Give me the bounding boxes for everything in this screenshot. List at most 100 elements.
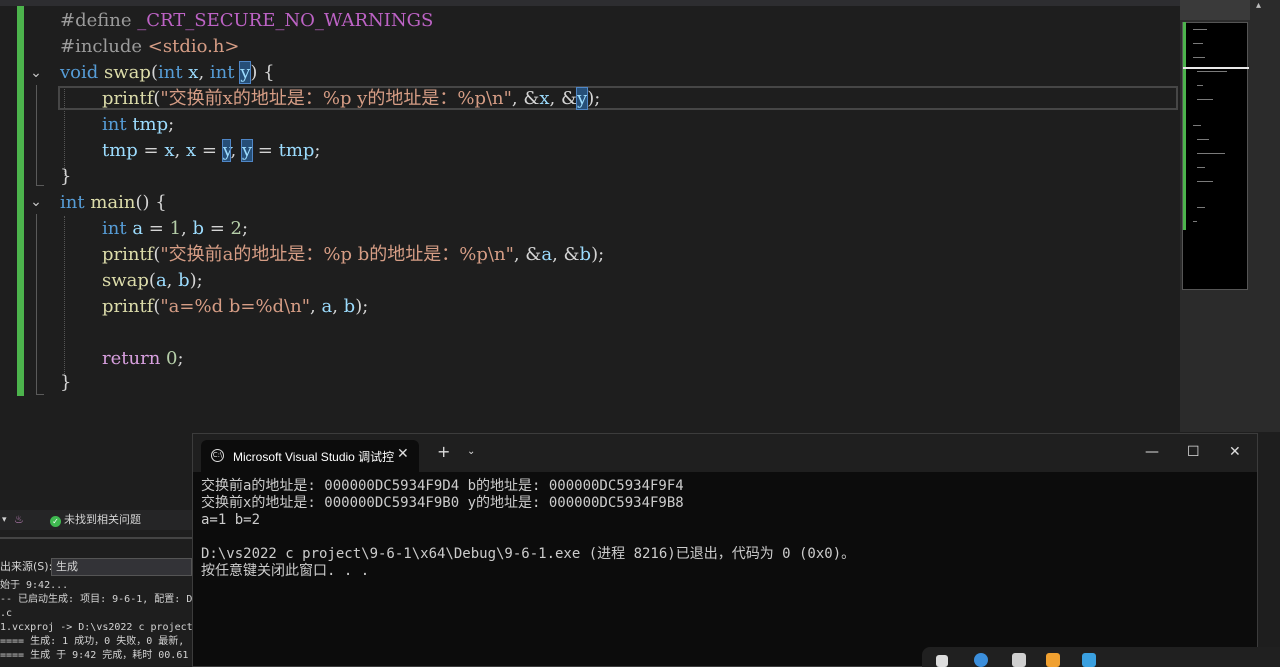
macro-name: _CRT_SECURE_NO_WARNINGS [131, 10, 434, 31]
identifier: a [541, 244, 553, 265]
identifier: a [126, 218, 144, 239]
identifier: b [192, 218, 205, 239]
identifier-highlight: y [239, 61, 252, 84]
minimap-line [1197, 85, 1203, 86]
output-line: 始于 9:42... [0, 580, 69, 591]
fold-chevron-icon[interactable]: ⌄ [28, 65, 44, 81]
code-line-5[interactable]: int tmp; [102, 112, 174, 138]
punct: = [137, 140, 165, 161]
fold-guide-end [36, 394, 44, 395]
copilot-icon[interactable]: ♨ [14, 510, 24, 530]
punct: , [198, 62, 210, 83]
header-name: <stdio.h> [142, 36, 240, 57]
output-line: -- 已启动生成: 项目: 9-6-1, 配置: D [0, 594, 192, 605]
code-line-9[interactable]: int a = 1, b = 2; [102, 216, 248, 242]
maximize-button[interactable]: ☐ [1187, 442, 1200, 462]
fold-chevron-icon[interactable]: ⌄ [28, 194, 44, 210]
close-button[interactable]: ✕ [1229, 442, 1241, 462]
app-icon[interactable] [1046, 653, 1060, 667]
output-panel[interactable]: 出来源(S): 生成 始于 9:42... -- 已启动生成: 项目: 9-6-… [0, 530, 192, 667]
console-line: a=1 b=2 [201, 512, 261, 528]
minimap-line [1197, 153, 1225, 154]
punct: ); [587, 88, 601, 109]
minimize-button[interactable]: — [1145, 442, 1159, 462]
minimap-area[interactable]: ▴ [1180, 0, 1280, 432]
minimap-line [1197, 139, 1209, 140]
start-icon[interactable] [936, 655, 948, 667]
punct: ); [591, 244, 605, 265]
keyword: int [60, 192, 85, 213]
identifier-highlight: y [240, 139, 254, 162]
identifier: x [164, 140, 175, 161]
number-literal: 2 [230, 218, 242, 239]
code-line-11[interactable]: swap(a, b); [102, 268, 203, 294]
punct: , & [511, 88, 540, 109]
vertical-scrollbar[interactable]: ▴ [1252, 0, 1270, 432]
preprocessor: #include [60, 36, 143, 57]
punct: ; [168, 114, 175, 135]
browser-icon[interactable] [974, 653, 988, 667]
punct: , [332, 296, 344, 317]
identifier: x [539, 88, 550, 109]
punct: ) { [250, 62, 275, 83]
fold-guide [36, 85, 37, 185]
identifier: a [155, 270, 167, 291]
output-source-select[interactable]: 生成 [51, 558, 192, 576]
fold-guide [36, 214, 37, 394]
code-line-1[interactable]: #define _CRT_SECURE_NO_WARNINGS [60, 8, 433, 34]
console-titlebar[interactable]: C:\ Microsoft Visual Studio 调试控 ✕ + ⌄ — … [193, 434, 1257, 472]
keyword: void [60, 62, 99, 83]
minimap-line [1197, 207, 1205, 208]
identifier: b [343, 296, 356, 317]
code-line-10[interactable]: printf("交换前a的地址是：%p b的地址是：%p\n", &a, &b)… [102, 242, 604, 268]
scroll-up-icon[interactable]: ▴ [1256, 0, 1261, 11]
issues-status[interactable]: 未找到相关问题 [64, 513, 141, 526]
number-literal: 1 [169, 218, 182, 239]
code-line-4[interactable]: printf("交换前x的地址是：%p y的地址是：%p\n", &x, &y)… [102, 86, 600, 112]
taskbar[interactable] [922, 647, 1280, 667]
code-line-12[interactable]: printf("a=%d b=%d\n", a, b); [102, 294, 368, 320]
output-line: ==== 生成 于 9:42 完成，耗时 00.61 [0, 650, 189, 661]
string-literal: "交换前x的地址是：%p y的地址是：%p\n" [160, 88, 512, 109]
console-line: 交换前x的地址是: 000000DC5934F9B0 y的地址是: 000000… [201, 495, 684, 511]
dropdown-icon[interactable]: ▾ [2, 510, 7, 530]
code-line-6[interactable]: tmp = x, x = y, y = tmp; [102, 138, 321, 164]
punct: , [174, 140, 186, 161]
store-icon[interactable] [1082, 653, 1096, 667]
code-line-15[interactable]: } [60, 370, 71, 396]
punct: , [166, 270, 179, 291]
minimap-line [1193, 57, 1205, 58]
code-line-14[interactable]: return 0; [102, 346, 184, 372]
punct: , [230, 140, 242, 161]
code-editor[interactable]: ⌄ ⌄ #define _CRT_SECURE_NO_WARNINGS #inc… [0, 0, 1180, 432]
new-tab-button[interactable]: + [437, 444, 450, 460]
keyword: return [102, 348, 161, 369]
output-line: 1.vcxproj -> D:\vs2022 c project\9- [0, 622, 192, 633]
change-indicator-bar [17, 6, 24, 396]
tab-close-icon[interactable]: ✕ [397, 446, 409, 462]
minimap[interactable] [1182, 22, 1248, 290]
punct: , & [513, 244, 542, 265]
function-name: swap [104, 62, 151, 83]
tab-dropdown-button[interactable]: ⌄ [467, 446, 475, 457]
punct: , & [552, 244, 580, 265]
code-line-2[interactable]: #include <stdio.h> [60, 34, 240, 60]
keyword: int [157, 62, 183, 83]
code-line-8[interactable]: int main() { [60, 190, 167, 216]
identifier: tmp [278, 140, 315, 161]
file-explorer-icon[interactable] [1012, 653, 1026, 667]
code-line-3[interactable]: void swap(int x, int y) { [60, 60, 275, 86]
output-line: ==== 生成: 1 成功，0 失败，0 最新, [0, 636, 185, 647]
console-tab[interactable]: C:\ Microsoft Visual Studio 调试控 ✕ [201, 440, 419, 472]
output-panel-divider [0, 537, 192, 539]
minimap-change-bar [1183, 22, 1186, 230]
code-line-7[interactable]: } [60, 164, 71, 190]
punct: = [143, 218, 170, 239]
debug-console-window[interactable]: C:\ Microsoft Visual Studio 调试控 ✕ + ⌄ — … [192, 433, 1258, 667]
editor-tab-strip [0, 0, 1180, 6]
minimap-line [1197, 167, 1205, 168]
minimap-header [1180, 0, 1250, 20]
keyword: int [102, 218, 127, 239]
punct: ); [189, 270, 203, 291]
check-circle-icon: ✓ [50, 516, 61, 527]
